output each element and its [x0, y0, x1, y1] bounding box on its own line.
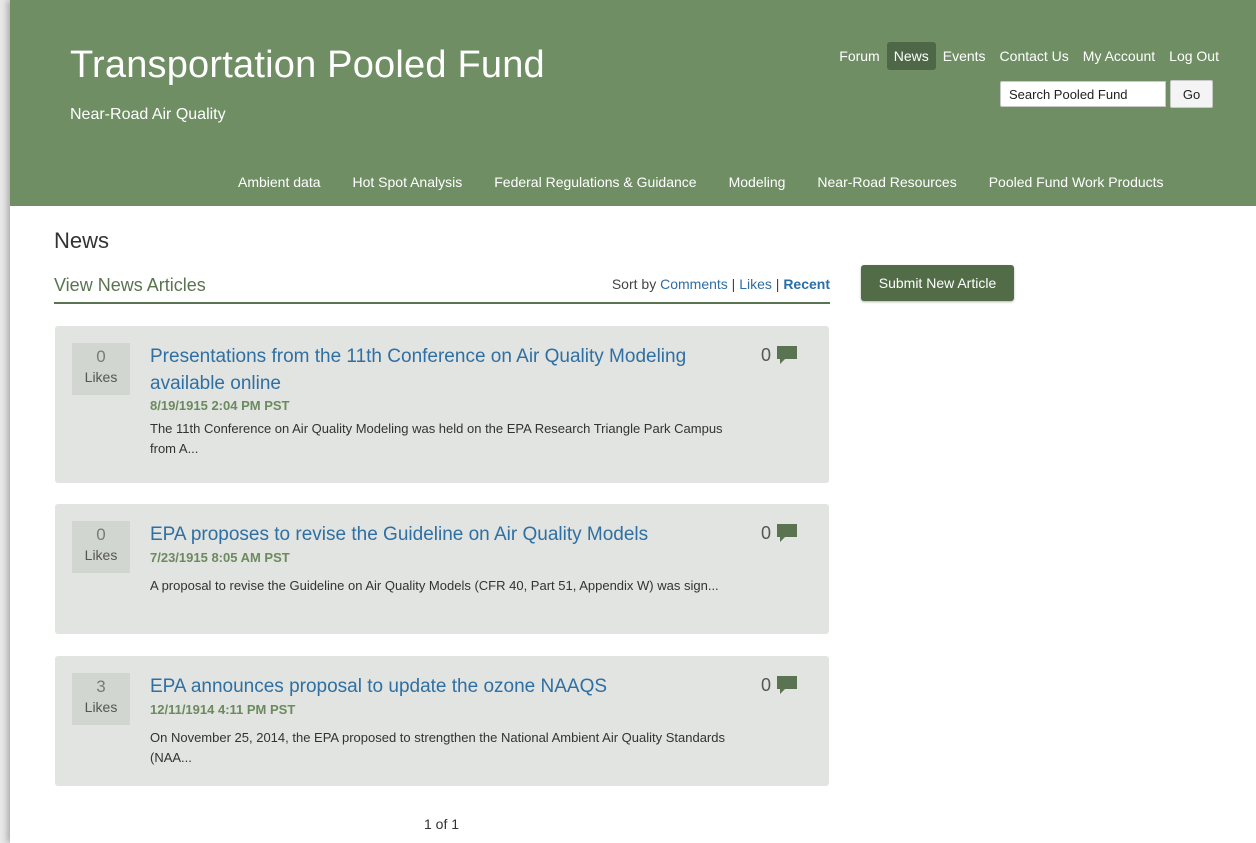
news-article-card: 3 Likes EPA announces proposal to update…	[55, 656, 829, 786]
comment-icon	[777, 676, 798, 694]
sort-by-recent[interactable]: Recent	[783, 276, 830, 292]
comment-count: 0	[761, 522, 772, 543]
sort-separator: |	[775, 276, 780, 292]
article-date: 7/23/1915 8:05 AM PST	[150, 550, 290, 565]
top-nav-my-account[interactable]: My Account	[1076, 42, 1162, 70]
site-subtitle: Near-Road Air Quality	[70, 106, 226, 123]
sort-separator: |	[731, 276, 736, 292]
article-summary: On November 25, 2014, the EPA proposed t…	[150, 730, 725, 765]
likes-box[interactable]: 3 Likes	[72, 673, 130, 725]
top-nav-log-out[interactable]: Log Out	[1162, 42, 1226, 70]
main-nav-ambient-data[interactable]: Ambient data	[222, 168, 337, 196]
sort-controls: Sort by Comments | Likes | Recent	[612, 276, 830, 292]
sort-label: Sort by	[611, 276, 657, 292]
pagination-status: 1 of 1	[424, 816, 460, 832]
submit-new-article-button[interactable]: Submit New Article	[861, 265, 1014, 301]
news-article-card: 0 Likes EPA proposes to revise the Guide…	[55, 504, 829, 634]
search-input[interactable]	[1000, 81, 1166, 107]
main-nav-pooled-fund-work-products[interactable]: Pooled Fund Work Products	[973, 168, 1180, 196]
main-nav-hot-spot-analysis[interactable]: Hot Spot Analysis	[337, 168, 479, 196]
top-nav-events[interactable]: Events	[936, 42, 993, 70]
article-title-link[interactable]: EPA announces proposal to update the ozo…	[150, 673, 730, 700]
page-title: News	[54, 228, 110, 253]
likes-label: Likes	[84, 547, 118, 563]
comment-count-link[interactable]: 0	[761, 522, 799, 544]
comment-icon	[777, 524, 798, 542]
article-date: 12/11/1914 4:11 PM PST	[150, 702, 296, 717]
site-title[interactable]: Transportation Pooled Fund	[70, 44, 545, 87]
top-nav-forum[interactable]: Forum	[832, 42, 886, 70]
section-title: View News Articles	[54, 275, 206, 295]
likes-box[interactable]: 0 Likes	[72, 521, 130, 573]
comment-count: 0	[761, 344, 772, 365]
main-nav-near-road-resources[interactable]: Near-Road Resources	[801, 168, 972, 196]
comment-icon	[777, 346, 798, 364]
likes-count: 3	[96, 677, 106, 696]
comment-count-link[interactable]: 0	[761, 344, 799, 366]
sort-by-comments[interactable]: Comments	[660, 276, 728, 292]
main-nav-federal-regulations[interactable]: Federal Regulations & Guidance	[478, 168, 712, 196]
site-header: Transportation Pooled Fund Near-Road Air…	[10, 0, 1256, 206]
news-article-card: 0 Likes Presentations from the 11th Conf…	[55, 326, 829, 483]
main-nav-modeling[interactable]: Modeling	[713, 168, 802, 196]
search-form: Go	[1000, 80, 1213, 108]
article-date: 8/19/1915 2:04 PM PST	[150, 398, 290, 413]
top-nav-news[interactable]: News	[886, 42, 936, 70]
likes-count: 0	[96, 347, 106, 366]
browser-page: Transportation Pooled Fund Near-Road Air…	[10, 0, 1256, 843]
article-title-link[interactable]: EPA proposes to revise the Guideline on …	[150, 521, 730, 548]
news-section-header: View News Articles Sort by Comments | Li…	[54, 272, 830, 304]
search-go-button[interactable]: Go	[1170, 80, 1213, 108]
article-summary: A proposal to revise the Guideline on Ai…	[150, 578, 719, 593]
sort-by-likes[interactable]: Likes	[739, 276, 772, 292]
likes-box[interactable]: 0 Likes	[72, 343, 130, 395]
comment-count: 0	[761, 674, 772, 695]
likes-label: Likes	[84, 369, 118, 385]
top-nav-contact-us[interactable]: Contact Us	[993, 42, 1076, 70]
article-title-link[interactable]: Presentations from the 11th Conference o…	[150, 343, 730, 397]
main-navigation: Ambient data Hot Spot Analysis Federal R…	[222, 168, 1180, 196]
likes-count: 0	[96, 525, 106, 544]
comment-count-link[interactable]: 0	[761, 674, 799, 696]
top-navigation: Forum News Events Contact Us My Account …	[832, 42, 1226, 70]
likes-label: Likes	[84, 699, 118, 715]
article-summary: The 11th Conference on Air Quality Model…	[150, 421, 723, 456]
